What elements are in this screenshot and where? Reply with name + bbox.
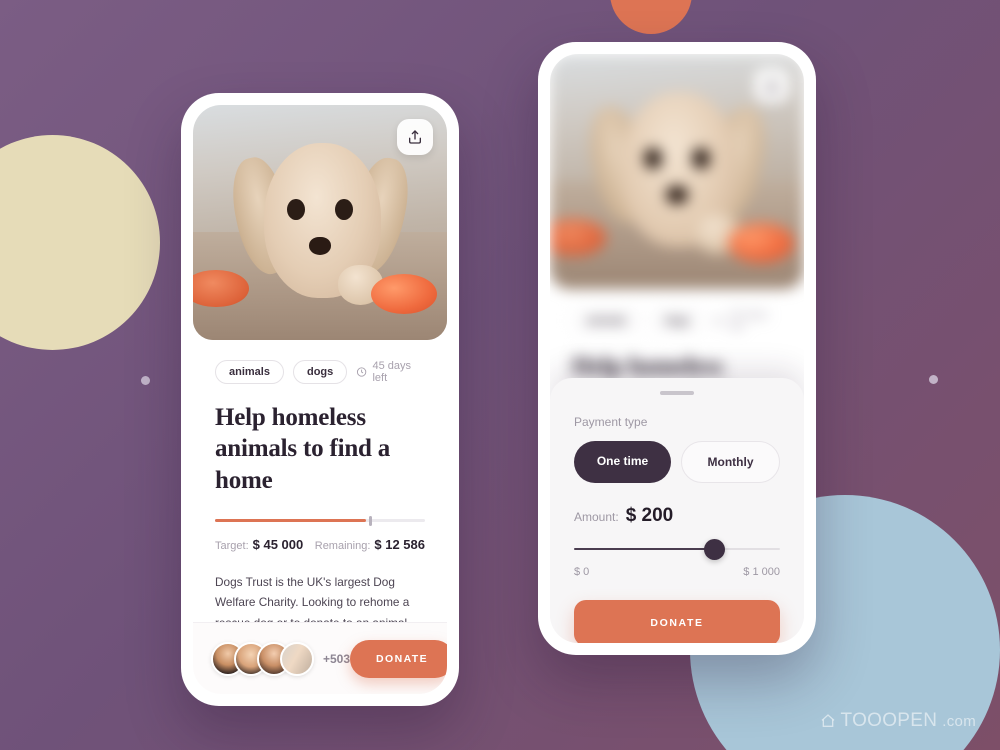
decorative-dot bbox=[929, 375, 938, 384]
funding-progress-bar bbox=[215, 515, 425, 526]
headline-line-2: animals to find a home bbox=[215, 435, 391, 494]
remaining-label: Remaining: bbox=[314, 539, 371, 552]
slider-fill bbox=[574, 548, 715, 550]
days-left-badge: 45 days left bbox=[356, 360, 425, 384]
watermark-text: TOOOPEN bbox=[840, 710, 938, 731]
decorative-dot bbox=[141, 376, 150, 385]
tag-animals-blurred: animals bbox=[572, 309, 641, 333]
amount-value: $ 200 bbox=[625, 505, 674, 526]
watermark-suffix: .com bbox=[942, 712, 976, 730]
supporter-avatars[interactable] bbox=[211, 641, 314, 676]
funding-figures: Target: $ 45 000 Remaining: $ 12 586 bbox=[215, 537, 425, 552]
avatar bbox=[280, 641, 314, 676]
tag-dogs[interactable]: dogs bbox=[292, 360, 348, 384]
phone-mockup-campaign: animals dogs 45 days left Help homeless … bbox=[181, 93, 459, 706]
tag-animals[interactable]: animals bbox=[215, 360, 284, 384]
clock-icon bbox=[357, 367, 367, 377]
phone-mockup-payment: animals dogs 45 days left Help homeless … bbox=[538, 42, 816, 655]
campaign-footer-bar: +503 DONATE bbox=[193, 622, 447, 694]
target-label: Target: bbox=[215, 539, 249, 552]
amount-row: Amount: $ 200 bbox=[574, 505, 780, 527]
amount-label: Amount: bbox=[574, 510, 619, 524]
remaining-value: $ 12 586 bbox=[374, 536, 425, 552]
hero-image-blurred bbox=[550, 54, 804, 289]
amount-slider[interactable] bbox=[574, 539, 780, 560]
campaign-meta-row: animals dogs 45 days left bbox=[215, 360, 425, 384]
app-mockup-scene: animals dogs 45 days left Help homeless … bbox=[0, 0, 1000, 750]
meta-row-blurred: animals dogs 45 days left bbox=[572, 309, 782, 333]
watermark: TOOOPEN .com bbox=[820, 710, 977, 732]
payment-type-one-time[interactable]: One time bbox=[574, 441, 671, 483]
days-left-text: 45 days left bbox=[372, 360, 411, 384]
days-left-blurred: 45 days left bbox=[713, 309, 782, 333]
tag-dogs-blurred: dogs bbox=[649, 309, 705, 333]
payment-type-monthly[interactable]: Monthly bbox=[681, 441, 780, 483]
share-upload-icon[interactable] bbox=[397, 119, 433, 155]
target-value: $ 45 000 bbox=[252, 536, 304, 552]
decorative-circle-cream bbox=[0, 135, 160, 350]
days-left-text-blurred: 45 days left bbox=[729, 309, 768, 333]
page-title: Help homeless animals to find a home bbox=[215, 402, 425, 496]
phone-screen-payment: animals dogs 45 days left Help homeless … bbox=[550, 54, 804, 643]
payment-type-label: Payment type bbox=[574, 415, 648, 429]
share-upload-icon[interactable] bbox=[754, 68, 790, 104]
decorative-circle-coral bbox=[610, 0, 692, 34]
progress-marker bbox=[369, 515, 373, 526]
supporters-count: +503 bbox=[323, 651, 351, 666]
slider-min-label: $ 0 bbox=[574, 566, 590, 578]
payment-type-toggle-group: One time Monthly bbox=[574, 441, 780, 483]
progress-fill bbox=[215, 518, 367, 522]
slider-range-labels: $ 0 $ 1 000 bbox=[574, 566, 780, 578]
home-icon bbox=[821, 714, 834, 727]
slider-thumb[interactable] bbox=[704, 539, 726, 560]
payment-bottom-sheet: Payment type One time Monthly Amount: $ … bbox=[550, 378, 804, 643]
slider-max-label: $ 1 000 bbox=[743, 566, 780, 578]
sheet-drag-handle[interactable] bbox=[660, 391, 694, 395]
headline-line-1: Help homeless bbox=[215, 404, 366, 431]
donate-button-sheet[interactable]: DONATE bbox=[574, 600, 780, 643]
phone-screen-campaign: animals dogs 45 days left Help homeless … bbox=[193, 105, 447, 694]
hero-puppy-image bbox=[193, 105, 447, 340]
donate-button[interactable]: DONATE bbox=[350, 639, 447, 678]
